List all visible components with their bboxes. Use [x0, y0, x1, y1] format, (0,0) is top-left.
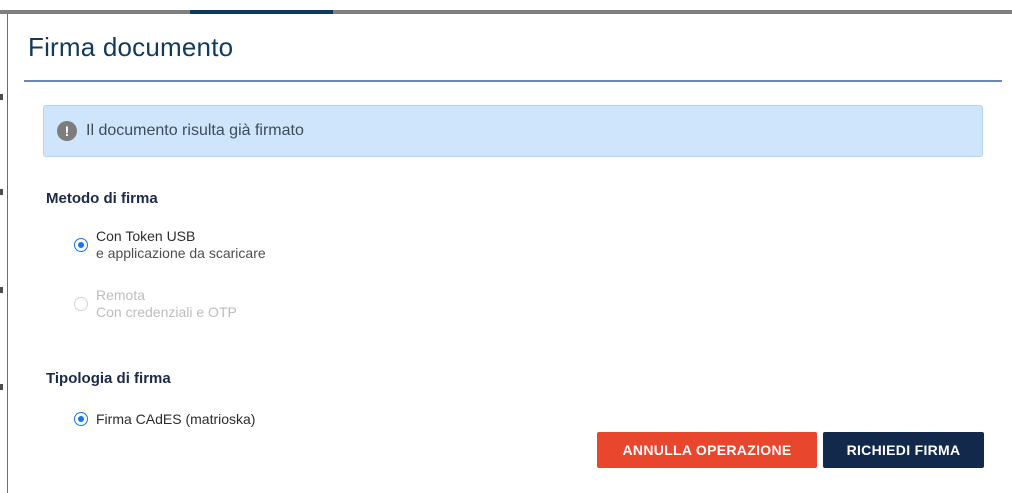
alert-text: Il documento risulta già firmato [86, 122, 304, 139]
background-edge-tick [0, 94, 3, 100]
signature-type-label: Tipologia di firma [46, 370, 171, 387]
radio-button-usb-token[interactable] [74, 238, 88, 252]
background-left-edge [0, 14, 10, 493]
title-divider [24, 80, 1002, 82]
cancel-operation-button[interactable]: ANNULLA OPERAZIONE [597, 432, 817, 468]
radio-option-remote: Remota Con credenziali e OTP [74, 287, 237, 321]
signing-method-label: Metodo di firma [46, 190, 158, 207]
dialog-title: Firma documento [28, 32, 234, 62]
background-edge-tick [0, 384, 3, 390]
radio-button-cades[interactable] [74, 412, 88, 426]
radio-option-subtitle: e applicazione da scaricare [96, 245, 266, 261]
radio-option-cades[interactable]: Firma CAdES (matrioska) [74, 411, 255, 428]
radio-option-title: Firma CAdES (matrioska) [96, 411, 256, 427]
background-edge-tick [0, 189, 3, 195]
exclamation-circle-icon: ! [57, 121, 77, 141]
info-alert: ! Il documento risulta già firmato [43, 105, 983, 157]
radio-option-subtitle: Con credenziali e OTP [96, 304, 237, 320]
background-top-bar [0, 0, 1012, 14]
radio-button-remote [74, 297, 88, 311]
radio-option-title: Con Token USB [96, 228, 196, 244]
background-edge-tick [0, 287, 3, 293]
radio-option-title: Remota [96, 287, 146, 303]
request-signature-button[interactable]: RICHIEDI FIRMA [823, 432, 984, 468]
radio-option-usb-token[interactable]: Con Token USB e applicazione da scaricar… [74, 228, 266, 262]
sign-document-dialog: Firma documento ! Il documento risulta g… [10, 14, 1012, 493]
